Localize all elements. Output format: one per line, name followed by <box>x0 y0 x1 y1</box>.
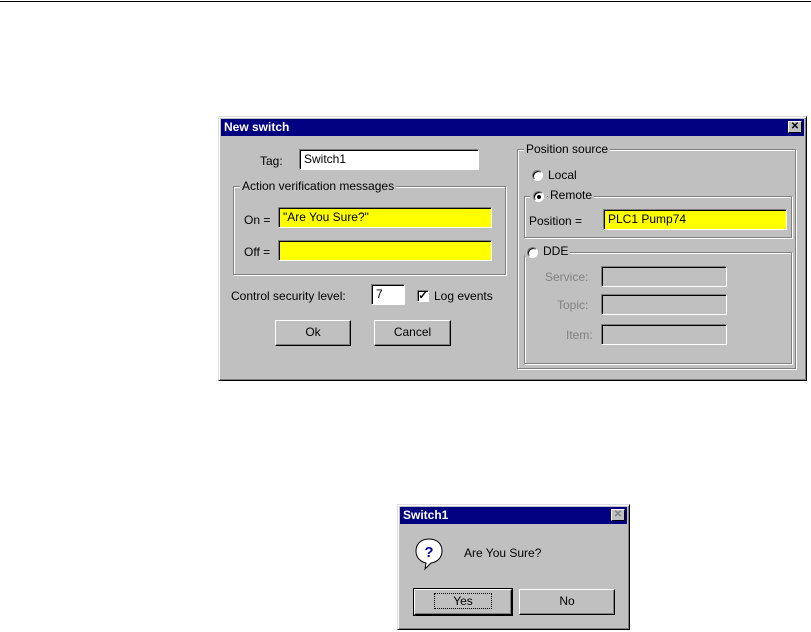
ok-button[interactable]: Ok <box>275 320 351 346</box>
dde-group: DDE Service: Topic: Item: <box>524 244 792 364</box>
close-button[interactable]: ✕ <box>788 121 802 133</box>
title-bar[interactable]: New switch ✕ <box>221 119 804 136</box>
yes-button[interactable]: Yes <box>413 588 513 616</box>
ok-label: Ok <box>305 325 321 339</box>
remote-group: Remote Position = PLC1 Pump74 <box>524 188 792 238</box>
dialog-title: Switch1 <box>403 508 449 522</box>
off-label: Off = <box>244 245 271 259</box>
service-input <box>601 266 727 287</box>
position-source-title: Position source <box>524 142 611 156</box>
confirm-message: Are You Sure? <box>464 546 542 560</box>
tag-label: Tag: <box>260 154 283 168</box>
switch1-confirm-dialog: Switch1 ✕ ? Are You Sure? Yes No <box>397 504 630 630</box>
close-icon: ✕ <box>613 509 623 520</box>
log-events-label: Log events <box>434 289 493 303</box>
yes-label: Yes <box>434 593 492 609</box>
security-level-input[interactable]: 7 <box>371 284 405 305</box>
item-input <box>601 324 727 345</box>
local-radio[interactable] <box>532 170 543 181</box>
dde-radio[interactable] <box>527 247 538 258</box>
position-source-group: Position source Local Remote Position = … <box>517 142 796 369</box>
remote-label: Remote <box>548 188 595 202</box>
position-label: Position = <box>529 214 583 228</box>
new-switch-dialog: New switch ✕ Tag: Switch1 Action verific… <box>218 116 807 381</box>
svg-text:?: ? <box>424 544 433 561</box>
topic-label: Topic: <box>557 298 589 312</box>
off-message-input[interactable] <box>278 240 492 261</box>
action-verification-title: Action verification messages <box>240 179 397 193</box>
no-label: No <box>559 594 575 608</box>
close-button[interactable]: ✕ <box>611 509 625 521</box>
log-events-checkbox[interactable]: ✓ <box>417 290 429 302</box>
cancel-label: Cancel <box>393 325 432 339</box>
no-button[interactable]: No <box>519 589 615 615</box>
on-message-input[interactable]: "Are You Sure?" <box>278 207 492 228</box>
dde-label: DDE <box>541 244 571 258</box>
action-verification-group: Action verification messages On = "Are Y… <box>233 179 506 275</box>
title-bar[interactable]: Switch1 ✕ <box>400 507 627 524</box>
security-level-label: Control security level: <box>231 289 346 303</box>
cancel-button[interactable]: Cancel <box>374 320 451 346</box>
topic-input <box>601 294 727 315</box>
local-label: Local <box>548 168 577 182</box>
service-label: Service: <box>545 270 589 284</box>
page-top-rule <box>0 1 811 2</box>
close-icon: ✕ <box>790 121 800 132</box>
tag-input[interactable]: Switch1 <box>299 149 479 170</box>
position-input[interactable]: PLC1 Pump74 <box>603 209 787 230</box>
checkmark-icon: ✓ <box>418 290 428 302</box>
question-icon: ? <box>415 538 443 571</box>
item-label: Item: <box>566 328 593 342</box>
remote-radio[interactable] <box>533 191 544 202</box>
on-label: On = <box>244 213 271 227</box>
dialog-title: New switch <box>224 120 290 134</box>
